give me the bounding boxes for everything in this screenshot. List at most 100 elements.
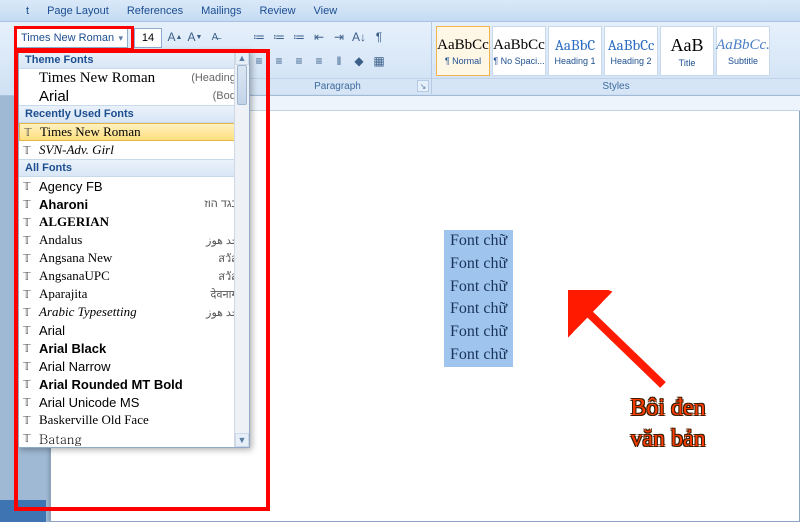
menu-item-review[interactable]: Review: [259, 5, 295, 17]
font-option[interactable]: 𝕋Baskerville Old Face: [19, 411, 249, 429]
font-option-name: Baskerville Old Face: [39, 412, 245, 428]
truetype-icon: 𝕋: [23, 234, 39, 247]
font-size-value: 14: [142, 32, 154, 44]
selected-text-block[interactable]: Font chữ Font chữ Font chữ Font chữ Font…: [444, 230, 513, 367]
font-option-name: Arabic Typesetting: [39, 304, 206, 320]
truetype-icon: 𝕋: [23, 144, 39, 157]
style-subtitle[interactable]: AaBbCc. Subtitle: [716, 26, 770, 76]
font-name-combo[interactable]: Times New Roman ▾: [16, 28, 128, 48]
sort-icon[interactable]: A↓: [350, 28, 368, 46]
truetype-icon: 𝕋: [23, 306, 39, 319]
font-option[interactable]: 𝕋Arial Black: [19, 339, 249, 357]
font-option[interactable]: 𝕋Times New Roman: [19, 123, 249, 141]
style-no-spacing[interactable]: AaBbCc ¶ No Spaci...: [492, 26, 546, 76]
text-line: Font chữ: [444, 276, 513, 299]
justify-icon[interactable]: ≡: [310, 52, 328, 70]
font-option[interactable]: 𝕋Arial Narrow: [19, 357, 249, 375]
multilevel-icon[interactable]: ≔: [290, 28, 308, 46]
text-line: Font chữ: [444, 298, 513, 321]
font-option[interactable]: 𝕋Aparajitaदेवनागरी: [19, 285, 249, 303]
line-spacing-icon[interactable]: ‖: [330, 52, 348, 70]
chevron-down-icon[interactable]: ▾: [118, 33, 123, 44]
text-line: Font chữ: [444, 230, 513, 253]
font-option[interactable]: 𝕋Arabic Typesettingأبجد هوز: [19, 303, 249, 321]
text-line: Font chữ: [444, 253, 513, 276]
outdent-icon[interactable]: ⇤: [310, 28, 328, 46]
truetype-icon: 𝕋: [23, 270, 39, 283]
menu-item-view[interactable]: View: [314, 5, 338, 17]
truetype-icon: 𝕋: [23, 198, 39, 211]
font-option-name: Andalus: [39, 232, 206, 248]
font-option[interactable]: 𝕋Arial Rounded MT Bold: [19, 375, 249, 393]
pilcrow-icon[interactable]: ¶: [370, 28, 388, 46]
align-left-icon[interactable]: ≡: [250, 52, 268, 70]
font-option[interactable]: 𝕋Aharoniאבגד הוז: [19, 195, 249, 213]
fontdrop-theme-header: Theme Fonts: [19, 51, 249, 69]
font-option-name: Aharoni: [39, 197, 204, 212]
paragraph-launcher-icon[interactable]: ↘: [417, 80, 429, 92]
font-option[interactable]: 𝕋SVN-Adv. Girl: [19, 141, 249, 159]
font-option-name: Arial Rounded MT Bold: [39, 377, 245, 392]
font-option-name: Times New Roman: [39, 70, 191, 87]
text-line: Font chữ: [444, 321, 513, 344]
font-option[interactable]: 𝕋Batang: [19, 429, 249, 447]
style-normal[interactable]: AaBbCc ¶ Normal: [436, 26, 490, 76]
font-option-name: Aparajita: [39, 286, 211, 302]
truetype-icon: 𝕋: [23, 432, 39, 445]
shading-icon[interactable]: ◆: [350, 52, 368, 70]
font-option-name: ALGERIAN: [39, 214, 245, 230]
truetype-icon: 𝕋: [23, 216, 39, 229]
font-option[interactable]: 𝕋Angsana Newสวัสดี: [19, 249, 249, 267]
font-option[interactable]: 𝕋Arial: [19, 321, 249, 339]
font-option[interactable]: 𝕋AngsanaUPCสวัสดี: [19, 267, 249, 285]
font-option[interactable]: 𝕋Agency FB: [19, 177, 249, 195]
style-title[interactable]: AaB Title: [660, 26, 714, 76]
font-option-name: Angsana New: [39, 250, 218, 266]
font-option[interactable]: 𝕋ALGERIAN: [19, 213, 249, 231]
font-option-name: AngsanaUPC: [39, 268, 218, 284]
align-center-icon[interactable]: ≡: [270, 52, 288, 70]
font-option-name: Times New Roman: [40, 124, 244, 140]
truetype-icon: 𝕋: [23, 360, 39, 373]
font-option[interactable]: 𝕋Andalusأبجد هوز: [19, 231, 249, 249]
indent-icon[interactable]: ⇥: [330, 28, 348, 46]
bullets-icon[interactable]: ≔: [250, 28, 268, 46]
styles-group-label: Styles: [432, 78, 800, 94]
font-option[interactable]: Arial(Body): [19, 87, 249, 105]
font-option-name: Agency FB: [39, 179, 245, 194]
truetype-icon: 𝕋: [23, 180, 39, 193]
fontdrop-recent-header: Recently Used Fonts: [19, 105, 249, 123]
font-size-combo[interactable]: 14: [134, 28, 162, 48]
text-line: Font chữ: [444, 344, 513, 367]
shrink-font-icon[interactable]: A▼: [186, 28, 204, 46]
paragraph-group-label: Paragraph ↘: [244, 78, 431, 94]
font-name-value: Times New Roman: [21, 32, 114, 44]
grow-font-icon[interactable]: A▲: [166, 28, 184, 46]
font-option-name: Arial: [39, 88, 213, 105]
truetype-icon: 𝕋: [23, 252, 39, 265]
style-heading2[interactable]: AaBbCc Heading 2: [604, 26, 658, 76]
font-option-name: Batang: [39, 429, 245, 448]
truetype-icon: 𝕋: [23, 288, 39, 301]
font-option[interactable]: Times New Roman(Headings): [19, 69, 249, 87]
numbering-icon[interactable]: ≔: [270, 28, 288, 46]
scroll-down-icon[interactable]: ▼: [235, 433, 249, 447]
style-gallery[interactable]: AaBbCc ¶ Normal AaBbCc ¶ No Spaci... AaB…: [432, 22, 800, 76]
scroll-up-icon[interactable]: ▲: [235, 51, 249, 65]
style-heading1[interactable]: AaBbC Heading 1: [548, 26, 602, 76]
fontdrop-scrollbar[interactable]: ▲ ▼: [234, 51, 249, 447]
align-right-icon[interactable]: ≡: [290, 52, 308, 70]
clear-format-icon[interactable]: A̶: [206, 28, 224, 46]
borders-icon[interactable]: ▦: [370, 52, 388, 70]
menu-item-page-layout[interactable]: Page Layout: [47, 5, 109, 17]
page-edge: [0, 500, 46, 522]
font-dropdown[interactable]: Theme Fonts Times New Roman(Headings)Ari…: [18, 50, 250, 448]
font-option-name: Arial Unicode MS: [39, 395, 245, 410]
font-option[interactable]: 𝕋Arial Unicode MS: [19, 393, 249, 411]
menu-item[interactable]: t: [26, 5, 29, 17]
menu-item-mailings[interactable]: Mailings: [201, 5, 241, 17]
menu-item-references[interactable]: References: [127, 5, 183, 17]
menu-bar: t Page Layout References Mailings Review…: [0, 0, 800, 22]
font-option-name: Arial Black: [39, 341, 245, 356]
scroll-thumb[interactable]: [237, 65, 247, 105]
